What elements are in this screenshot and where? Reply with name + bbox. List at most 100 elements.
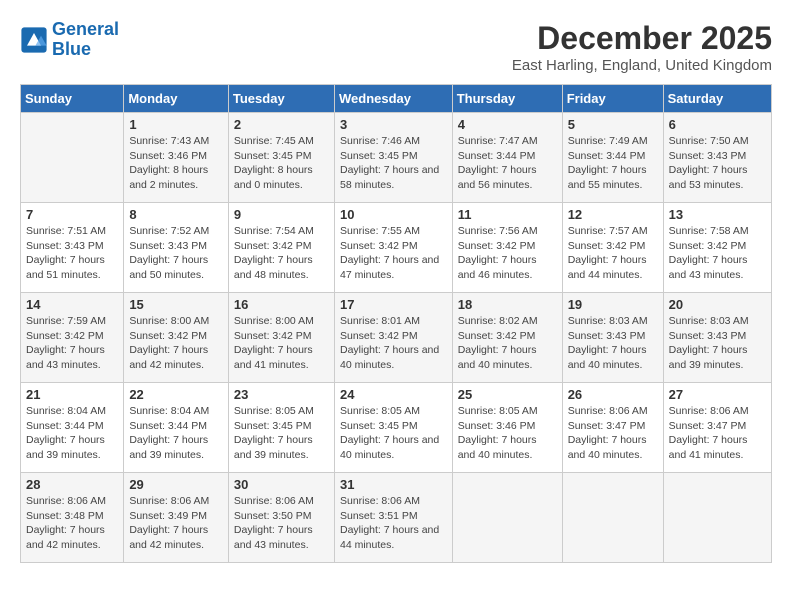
day-number: 17 (340, 297, 447, 312)
day-number: 6 (669, 117, 766, 132)
calendar-cell: 8 Sunrise: 7:52 AMSunset: 3:43 PMDayligh… (124, 203, 229, 293)
calendar-cell: 17 Sunrise: 8:01 AMSunset: 3:42 PMDaylig… (334, 293, 452, 383)
day-info: Sunrise: 7:58 AMSunset: 3:42 PMDaylight:… (669, 224, 766, 283)
day-number: 12 (568, 207, 658, 222)
day-info: Sunrise: 7:49 AMSunset: 3:44 PMDaylight:… (568, 134, 658, 193)
day-number: 14 (26, 297, 118, 312)
calendar-cell: 18 Sunrise: 8:02 AMSunset: 3:42 PMDaylig… (452, 293, 562, 383)
calendar-cell: 25 Sunrise: 8:05 AMSunset: 3:46 PMDaylig… (452, 383, 562, 473)
calendar-cell: 3 Sunrise: 7:46 AMSunset: 3:45 PMDayligh… (334, 113, 452, 203)
day-info: Sunrise: 7:46 AMSunset: 3:45 PMDaylight:… (340, 134, 447, 193)
day-info: Sunrise: 8:06 AMSunset: 3:50 PMDaylight:… (234, 494, 329, 553)
day-number: 28 (26, 477, 118, 492)
day-number: 2 (234, 117, 329, 132)
day-number: 29 (129, 477, 223, 492)
weekday-header-monday: Monday (124, 85, 229, 113)
day-info: Sunrise: 8:01 AMSunset: 3:42 PMDaylight:… (340, 314, 447, 373)
day-number: 7 (26, 207, 118, 222)
calendar-cell: 30 Sunrise: 8:06 AMSunset: 3:50 PMDaylig… (228, 473, 334, 563)
calendar-cell: 11 Sunrise: 7:56 AMSunset: 3:42 PMDaylig… (452, 203, 562, 293)
logo-line2: Blue (52, 39, 91, 59)
day-info: Sunrise: 8:05 AMSunset: 3:46 PMDaylight:… (458, 404, 557, 463)
day-info: Sunrise: 7:52 AMSunset: 3:43 PMDaylight:… (129, 224, 223, 283)
calendar-cell: 6 Sunrise: 7:50 AMSunset: 3:43 PMDayligh… (663, 113, 771, 203)
day-info: Sunrise: 7:47 AMSunset: 3:44 PMDaylight:… (458, 134, 557, 193)
day-number: 16 (234, 297, 329, 312)
weekday-header-friday: Friday (562, 85, 663, 113)
calendar-cell (21, 113, 124, 203)
weekday-header-wednesday: Wednesday (334, 85, 452, 113)
day-info: Sunrise: 7:59 AMSunset: 3:42 PMDaylight:… (26, 314, 118, 373)
day-info: Sunrise: 8:04 AMSunset: 3:44 PMDaylight:… (26, 404, 118, 463)
calendar-cell: 29 Sunrise: 8:06 AMSunset: 3:49 PMDaylig… (124, 473, 229, 563)
calendar-cell: 16 Sunrise: 8:00 AMSunset: 3:42 PMDaylig… (228, 293, 334, 383)
weekday-header-thursday: Thursday (452, 85, 562, 113)
day-info: Sunrise: 7:55 AMSunset: 3:42 PMDaylight:… (340, 224, 447, 283)
day-info: Sunrise: 8:05 AMSunset: 3:45 PMDaylight:… (340, 404, 447, 463)
day-info: Sunrise: 7:51 AMSunset: 3:43 PMDaylight:… (26, 224, 118, 283)
day-info: Sunrise: 7:54 AMSunset: 3:42 PMDaylight:… (234, 224, 329, 283)
calendar-cell: 24 Sunrise: 8:05 AMSunset: 3:45 PMDaylig… (334, 383, 452, 473)
day-number: 5 (568, 117, 658, 132)
day-info: Sunrise: 7:45 AMSunset: 3:45 PMDaylight:… (234, 134, 329, 193)
title-block: December 2025 East Harling, England, Uni… (512, 20, 772, 74)
day-number: 10 (340, 207, 447, 222)
calendar-cell: 10 Sunrise: 7:55 AMSunset: 3:42 PMDaylig… (334, 203, 452, 293)
day-info: Sunrise: 7:50 AMSunset: 3:43 PMDaylight:… (669, 134, 766, 193)
calendar-cell: 4 Sunrise: 7:47 AMSunset: 3:44 PMDayligh… (452, 113, 562, 203)
weekday-header-tuesday: Tuesday (228, 85, 334, 113)
week-row-3: 14 Sunrise: 7:59 AMSunset: 3:42 PMDaylig… (21, 293, 772, 383)
day-number: 25 (458, 387, 557, 402)
calendar-cell (452, 473, 562, 563)
day-info: Sunrise: 8:06 AMSunset: 3:48 PMDaylight:… (26, 494, 118, 553)
day-number: 27 (669, 387, 766, 402)
day-number: 18 (458, 297, 557, 312)
weekday-header-sunday: Sunday (21, 85, 124, 113)
day-number: 23 (234, 387, 329, 402)
calendar-cell (562, 473, 663, 563)
calendar-cell: 22 Sunrise: 8:04 AMSunset: 3:44 PMDaylig… (124, 383, 229, 473)
page-header: General Blue December 2025 East Harling,… (20, 20, 772, 74)
day-number: 22 (129, 387, 223, 402)
week-row-5: 28 Sunrise: 8:06 AMSunset: 3:48 PMDaylig… (21, 473, 772, 563)
calendar-cell: 13 Sunrise: 7:58 AMSunset: 3:42 PMDaylig… (663, 203, 771, 293)
calendar-cell: 31 Sunrise: 8:06 AMSunset: 3:51 PMDaylig… (334, 473, 452, 563)
calendar-cell: 14 Sunrise: 7:59 AMSunset: 3:42 PMDaylig… (21, 293, 124, 383)
calendar-cell: 2 Sunrise: 7:45 AMSunset: 3:45 PMDayligh… (228, 113, 334, 203)
day-number: 4 (458, 117, 557, 132)
weekday-header-row: SundayMondayTuesdayWednesdayThursdayFrid… (21, 85, 772, 113)
location: East Harling, England, United Kingdom (512, 57, 772, 74)
calendar-cell: 26 Sunrise: 8:06 AMSunset: 3:47 PMDaylig… (562, 383, 663, 473)
calendar-cell: 23 Sunrise: 8:05 AMSunset: 3:45 PMDaylig… (228, 383, 334, 473)
logo: General Blue (20, 20, 119, 60)
calendar-cell: 21 Sunrise: 8:04 AMSunset: 3:44 PMDaylig… (21, 383, 124, 473)
logo-text: General Blue (52, 20, 119, 60)
month-title: December 2025 (512, 20, 772, 57)
day-number: 19 (568, 297, 658, 312)
calendar-cell: 7 Sunrise: 7:51 AMSunset: 3:43 PMDayligh… (21, 203, 124, 293)
day-info: Sunrise: 8:06 AMSunset: 3:47 PMDaylight:… (568, 404, 658, 463)
day-number: 13 (669, 207, 766, 222)
day-info: Sunrise: 8:00 AMSunset: 3:42 PMDaylight:… (234, 314, 329, 373)
day-number: 3 (340, 117, 447, 132)
day-info: Sunrise: 8:00 AMSunset: 3:42 PMDaylight:… (129, 314, 223, 373)
week-row-4: 21 Sunrise: 8:04 AMSunset: 3:44 PMDaylig… (21, 383, 772, 473)
day-info: Sunrise: 7:57 AMSunset: 3:42 PMDaylight:… (568, 224, 658, 283)
day-number: 11 (458, 207, 557, 222)
calendar-cell: 12 Sunrise: 7:57 AMSunset: 3:42 PMDaylig… (562, 203, 663, 293)
logo-icon (20, 26, 48, 54)
calendar-cell: 27 Sunrise: 8:06 AMSunset: 3:47 PMDaylig… (663, 383, 771, 473)
weekday-header-saturday: Saturday (663, 85, 771, 113)
day-number: 8 (129, 207, 223, 222)
day-number: 20 (669, 297, 766, 312)
day-info: Sunrise: 7:43 AMSunset: 3:46 PMDaylight:… (129, 134, 223, 193)
day-info: Sunrise: 7:56 AMSunset: 3:42 PMDaylight:… (458, 224, 557, 283)
calendar-cell: 28 Sunrise: 8:06 AMSunset: 3:48 PMDaylig… (21, 473, 124, 563)
logo-line1: General (52, 19, 119, 39)
day-number: 1 (129, 117, 223, 132)
day-number: 24 (340, 387, 447, 402)
calendar-cell: 20 Sunrise: 8:03 AMSunset: 3:43 PMDaylig… (663, 293, 771, 383)
calendar-cell (663, 473, 771, 563)
day-info: Sunrise: 8:06 AMSunset: 3:49 PMDaylight:… (129, 494, 223, 553)
day-number: 26 (568, 387, 658, 402)
